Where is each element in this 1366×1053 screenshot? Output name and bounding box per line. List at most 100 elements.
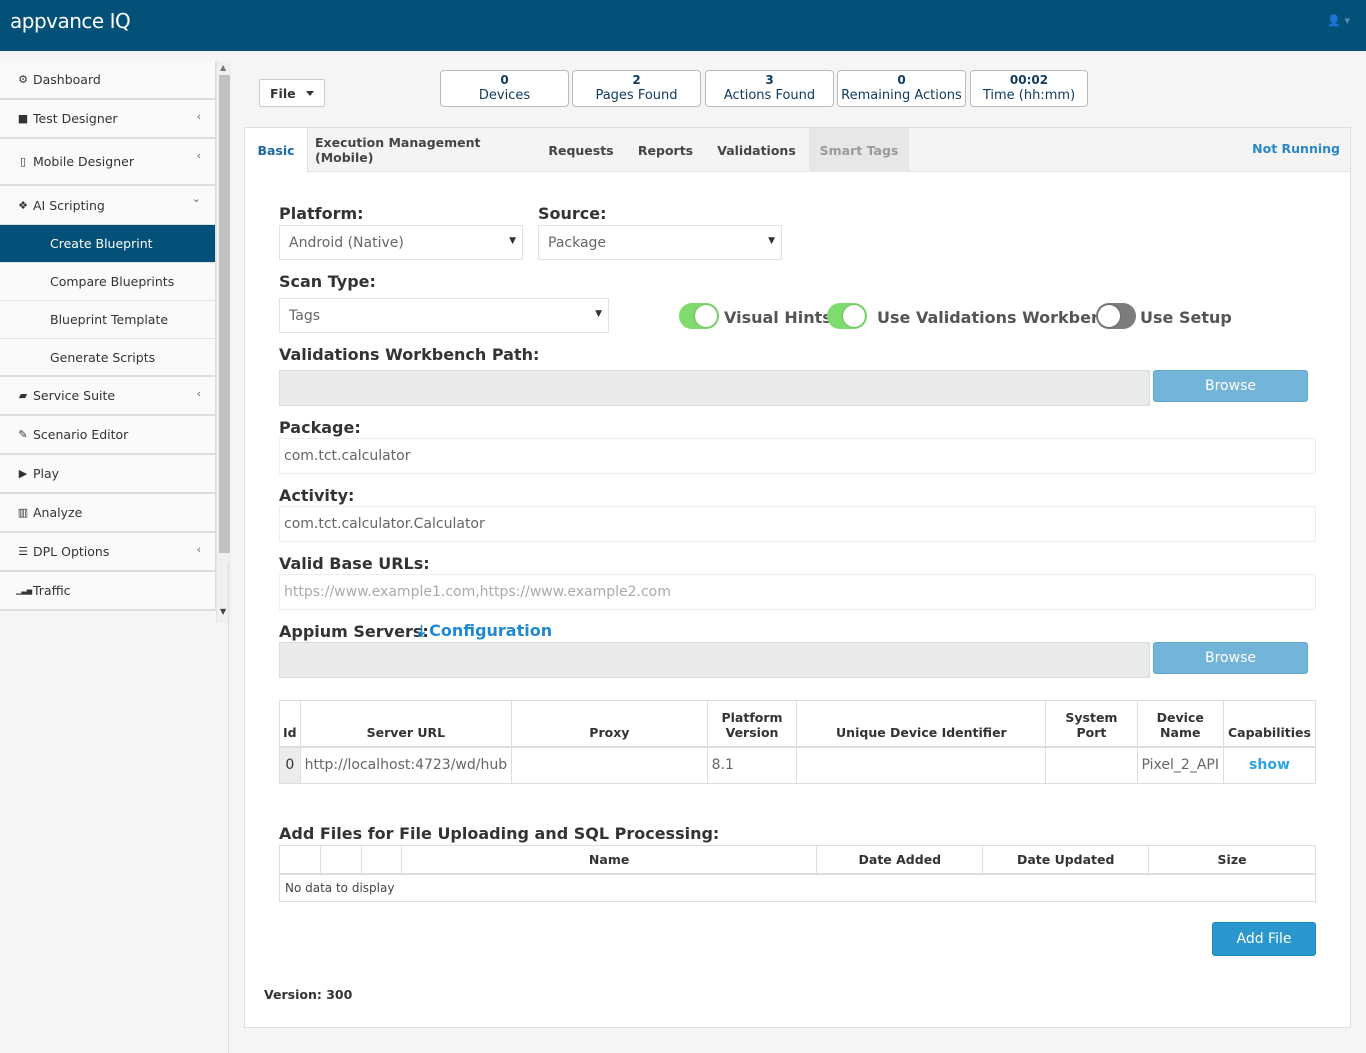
column-header[interactable]: Unique Device Identifier xyxy=(796,700,1047,748)
use-setup-toggle[interactable] xyxy=(1096,303,1136,329)
visual-hints-toggle[interactable] xyxy=(679,303,719,329)
source-value: Package xyxy=(548,234,607,251)
use-validations-workbench-label: Use Validations Workbench xyxy=(877,308,1124,327)
sidebar-item-generate-scripts[interactable]: Generate Scripts xyxy=(0,339,215,377)
sidebar-item-dashboard[interactable]: ⚙ Dashboard xyxy=(0,61,215,100)
tab-basic[interactable]: Basic xyxy=(245,128,308,173)
sidebar-item-label: Mobile Designer xyxy=(33,154,134,169)
sidebar-item-label: Scenario Editor xyxy=(33,427,129,442)
column-header[interactable]: Platform Version xyxy=(706,700,798,748)
column-header[interactable]: Date Added xyxy=(816,845,984,875)
package-field[interactable]: com.tct.calculator xyxy=(279,438,1316,474)
tab-smart-tags[interactable]: Smart Tags xyxy=(809,128,909,172)
scan-type-select[interactable]: Tags ▼ xyxy=(279,298,609,333)
appium-servers-field[interactable] xyxy=(279,642,1150,678)
bar-chart-icon: ▥ xyxy=(17,506,29,519)
dropdown-arrow-icon: ▼ xyxy=(509,236,516,246)
sidebar-item-label: Traffic xyxy=(33,583,71,598)
files-section-title: Add Files for File Uploading and SQL Pro… xyxy=(279,824,720,843)
column-header[interactable]: Device Name xyxy=(1136,700,1224,748)
sidebar-item-create-blueprint[interactable]: Create Blueprint xyxy=(0,225,215,263)
stat-label: Pages Found xyxy=(595,88,678,103)
file-menu-button[interactable]: File xyxy=(259,79,325,107)
cell-system-port[interactable] xyxy=(1045,746,1138,784)
column-header[interactable]: Id xyxy=(279,700,301,748)
scroll-down-icon[interactable]: ▼ xyxy=(220,607,226,616)
sidebar-item-analyze[interactable]: ▥ Analyze xyxy=(0,494,215,533)
scrollbar-thumb[interactable] xyxy=(219,75,230,553)
cell-server-url[interactable]: http://localhost:4723/wd/hub xyxy=(299,746,513,784)
cubes-icon: ❖ xyxy=(18,198,28,212)
stat-label: Devices xyxy=(478,88,531,103)
stat-time: 00:02 Time (hh:mm) xyxy=(970,70,1088,107)
sidebar-item-label: Analyze xyxy=(33,505,83,520)
workbench-path-field[interactable] xyxy=(279,370,1150,406)
user-menu-icon[interactable]: 👤 ▾ xyxy=(1327,14,1350,27)
sidebar-item-test-designer[interactable]: ■ Test Designer ‹ xyxy=(0,100,215,139)
stat-value: 00:02 xyxy=(1009,73,1049,87)
cell-device-name[interactable]: Pixel_2_API xyxy=(1136,746,1224,784)
use-validations-workbench-toggle[interactable] xyxy=(827,303,867,329)
sidebar-item-play[interactable]: ▶ Play xyxy=(0,455,215,494)
cell-platform-version[interactable]: 8.1 xyxy=(706,746,798,784)
platform-select[interactable]: Android (Native) ▼ xyxy=(279,225,523,260)
scroll-up-icon[interactable]: ▲ xyxy=(220,63,226,72)
source-select[interactable]: Package ▼ xyxy=(538,225,782,260)
toggle-knob xyxy=(843,305,865,327)
tab-validations[interactable]: Validations xyxy=(710,128,803,172)
stat-value: 0 xyxy=(500,73,509,87)
column-header[interactable]: System Port xyxy=(1045,700,1138,748)
tab-execution-management[interactable]: Execution Management (Mobile) xyxy=(315,128,532,172)
column-header[interactable]: Server URL xyxy=(299,700,513,748)
column-header[interactable]: Capabilities xyxy=(1222,700,1317,748)
chevron-left-icon: ‹ xyxy=(196,387,201,400)
add-file-button[interactable]: Add File xyxy=(1212,922,1316,956)
list-icon: ☰ xyxy=(18,545,28,558)
show-capabilities-link[interactable]: show xyxy=(1222,746,1317,784)
tab-reports[interactable]: Reports xyxy=(628,128,703,172)
cell-proxy[interactable] xyxy=(511,746,708,784)
column-header xyxy=(279,845,321,875)
package-label: Package: xyxy=(279,418,361,437)
sidebar-item-compare-blueprints[interactable]: Compare Blueprints xyxy=(0,263,215,301)
sidebar-item-blueprint-template[interactable]: Blueprint Template xyxy=(0,301,215,339)
sidebar-item-dpl-options[interactable]: ☰ DPL Options ‹ xyxy=(0,533,215,572)
table-row[interactable]: 0 http://localhost:4723/wd/hub 8.1 Pixel… xyxy=(279,746,1317,784)
run-status: Not Running xyxy=(1252,141,1340,156)
chevron-down-icon: ⌄ xyxy=(191,192,201,205)
sidebar-item-traffic[interactable]: ▁▃▅ Traffic xyxy=(0,572,215,611)
tab-bar: Basic Execution Management (Mobile) Requ… xyxy=(245,128,1350,173)
app-logo[interactable]: appvance IQ xyxy=(10,9,131,33)
stat-value: 0 xyxy=(897,73,906,87)
signal-icon: ▁▃▅ xyxy=(16,586,33,595)
download-icon: ⤓ xyxy=(418,621,426,640)
cell-udid[interactable] xyxy=(796,746,1047,784)
tab-requests[interactable]: Requests xyxy=(541,128,621,172)
workbench-browse-button[interactable]: Browse xyxy=(1153,370,1308,402)
stat-actions-found: 3 Actions Found xyxy=(705,70,834,107)
sidebar-item-mobile-designer[interactable]: ▯ Mobile Designer ‹ xyxy=(0,139,215,186)
stat-pages-found: 2 Pages Found xyxy=(572,70,701,107)
valid-base-urls-field[interactable]: https://www.example1.com,https://www.exa… xyxy=(279,574,1316,610)
column-header[interactable]: Date Updated xyxy=(982,845,1150,875)
sidebar-item-ai-scripting[interactable]: ❖ AI Scripting ⌄ xyxy=(0,186,215,225)
activity-field[interactable]: com.tct.calculator.Calculator xyxy=(279,506,1316,542)
scan-type-value: Tags xyxy=(289,307,320,324)
visual-hints-label: Visual Hints xyxy=(724,308,832,327)
activity-label: Activity: xyxy=(279,486,355,505)
sidebar-item-service-suite[interactable]: ▰ Service Suite ‹ xyxy=(0,377,215,416)
divider xyxy=(228,562,229,1053)
configuration-link[interactable]: ⤓ Configuration xyxy=(418,621,552,641)
stat-label: Time (hh:mm) xyxy=(982,88,1076,103)
stat-value: 2 xyxy=(632,73,641,87)
appium-servers-table: Id Server URL Proxy Platform Version Uni… xyxy=(279,700,1317,784)
sidebar-scrollbar[interactable]: ▲ ▼ xyxy=(216,61,231,623)
appium-browse-button[interactable]: Browse xyxy=(1153,642,1308,674)
table-header-row: Name Date Added Date Updated Size xyxy=(279,845,1316,875)
mobile-icon: ▯ xyxy=(19,155,27,168)
column-header[interactable]: Proxy xyxy=(511,700,708,748)
column-header[interactable]: Name xyxy=(400,845,818,875)
platform-value: Android (Native) xyxy=(289,234,404,251)
column-header[interactable]: Size xyxy=(1148,845,1316,875)
sidebar-item-scenario-editor[interactable]: ✎ Scenario Editor xyxy=(0,416,215,455)
